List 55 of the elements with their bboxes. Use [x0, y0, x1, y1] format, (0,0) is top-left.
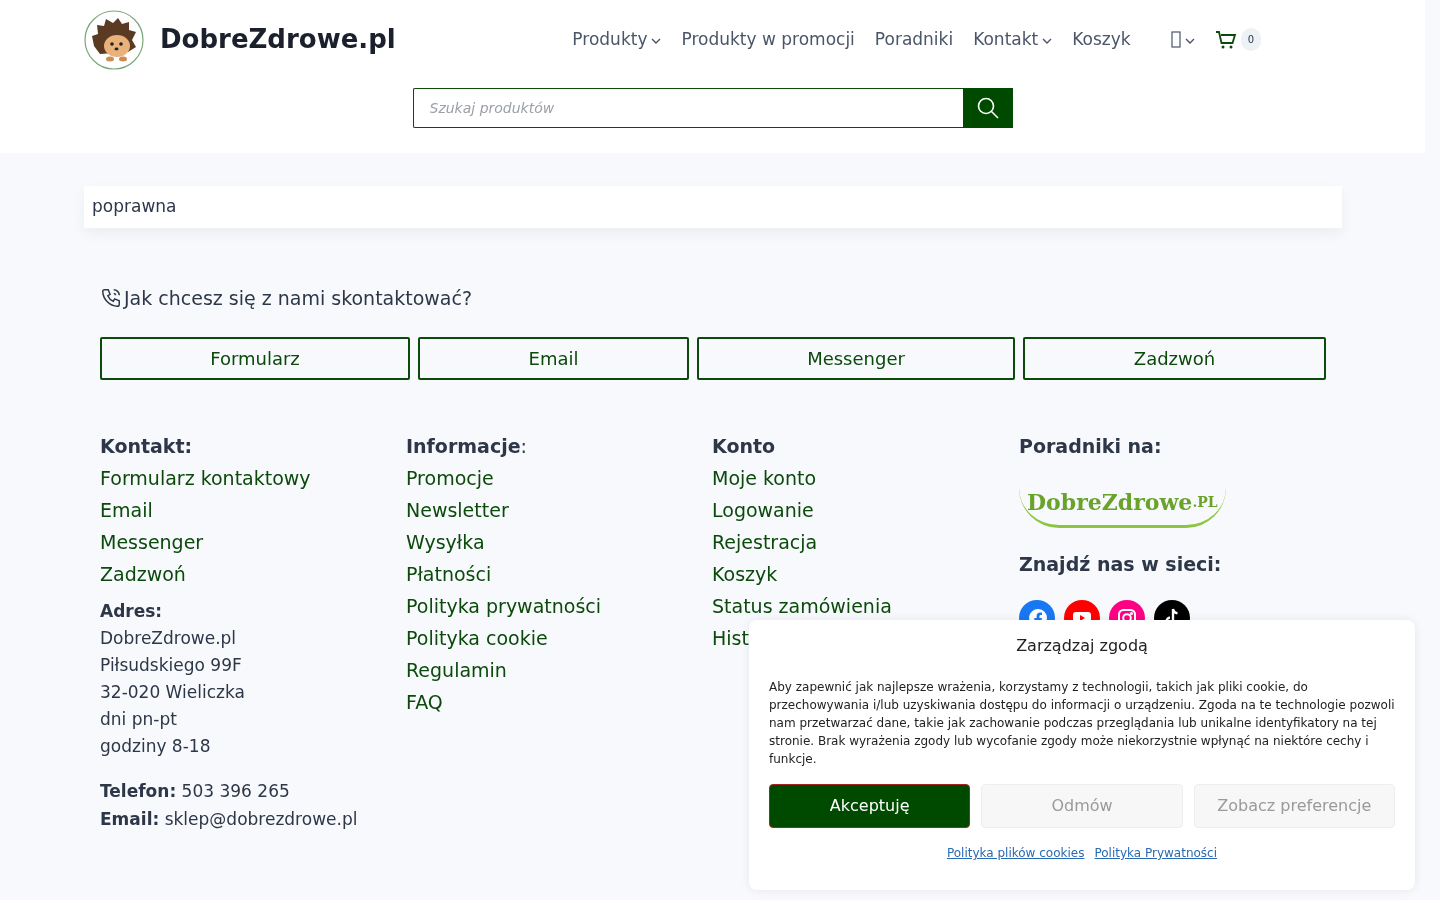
chevron-down-icon	[1184, 38, 1195, 45]
footer-link[interactable]: Messenger	[100, 525, 406, 558]
notice-text: poprawna	[92, 195, 177, 219]
footer-link[interactable]: Status zamówienia	[712, 589, 1019, 622]
contact-question: Jak chcesz się z nami skontaktować?	[124, 286, 473, 311]
footer-link[interactable]: FAQ	[406, 685, 712, 718]
contact-option-button[interactable]: Messenger	[697, 336, 1015, 380]
search-field[interactable]: Szukaj produktów	[412, 88, 963, 128]
footer-heading: Znajdź nas w sieci:	[1019, 551, 1223, 577]
address-line: dni pn-pt	[100, 707, 178, 731]
cart-icon[interactable]	[1214, 29, 1237, 50]
contact-option-button[interactable]: Formularz	[100, 336, 410, 380]
footer-link[interactable]: Regulamin	[406, 653, 712, 686]
hedgehog-logo-icon	[84, 9, 144, 70]
address-line: DobreZdrowe.pl	[100, 626, 238, 650]
contact-option-button[interactable]: Zadzwoń	[1023, 336, 1326, 380]
footer-link[interactable]: Formularz kontaktowy	[100, 461, 406, 494]
footer-link[interactable]: Koszyk	[712, 557, 1019, 590]
email-text: Email: sklep@dobrezdrowe.pl	[100, 807, 359, 831]
nav-link[interactable]: Koszyk	[1072, 26, 1131, 53]
footer-link[interactable]: Polityka prywatności	[406, 589, 712, 622]
search-button[interactable]	[962, 88, 1013, 128]
nav-link[interactable]: Produkty w promocji	[681, 26, 855, 53]
footer-link[interactable]: Rejestracja	[712, 525, 1019, 558]
nav-link[interactable]: Kontakt	[973, 26, 1053, 53]
footer-link[interactable]: Wysyłka	[406, 525, 712, 558]
footer-link[interactable]: Newsletter	[406, 493, 712, 526]
brand-name[interactable]: DobreZdrowe.pl	[160, 20, 396, 59]
consent-button[interactable]: Akceptuję	[769, 784, 971, 828]
footer-link[interactable]: Moje konto	[712, 461, 1019, 494]
footer-link[interactable]: Promocje	[406, 461, 712, 494]
nav-link[interactable]: Produkty	[572, 26, 662, 53]
address-line: Piłsudskiego 99F	[100, 653, 243, 677]
footer-heading: Konto	[712, 433, 777, 459]
nav-link[interactable]: Poradniki	[874, 26, 954, 53]
footer-link[interactable]: Logowanie	[712, 493, 1019, 526]
address-heading: Adres:	[100, 599, 164, 623]
address-line: godziny 8-18	[100, 734, 212, 758]
phone-text: Telefon: 503 396 265	[100, 779, 291, 803]
cart-count-badge: 0	[1240, 28, 1261, 51]
footer-heading: Informacje:	[406, 433, 528, 459]
address-line: 32-020 Wieliczka	[100, 680, 246, 704]
footer-heading: Poradniki na:	[1019, 433, 1163, 459]
footer-heading: Kontakt:	[100, 433, 194, 459]
footer-link[interactable]: Płatności	[406, 557, 712, 590]
contact-option-button[interactable]: Email	[418, 336, 689, 380]
footer-link[interactable]: Email	[100, 493, 406, 526]
search-icon	[976, 97, 999, 119]
policy-link[interactable]: Polityka Prywatności	[1094, 844, 1218, 862]
consent-text: Aby zapewnić jak najlepsze wrażenia, korzystamy z technologii, takich jak pliki cookie, do przechowywania i/lub uzyskiwania dostępu do informacji o urządzeniu. Zgoda na te technologie pozwoli nam przetwarzać dane, takie jak zachowanie podczas przeglądania lub unikalne identyfikatory na tej stronie. Brak wyrażenia zgody lub wycofanie zgody może niekorzystnie wpłynąć na niektóre cechy i funkcje.	[769, 679, 1395, 768]
footer-link[interactable]: Zadzwoń	[100, 557, 406, 590]
policy-link[interactable]: Polityka plików cookies	[946, 844, 1085, 862]
footer-link[interactable]: Polityka cookie	[406, 621, 712, 654]
consent-title: Zarządzaj zgodą	[1015, 635, 1149, 657]
phone-icon	[100, 287, 122, 310]
